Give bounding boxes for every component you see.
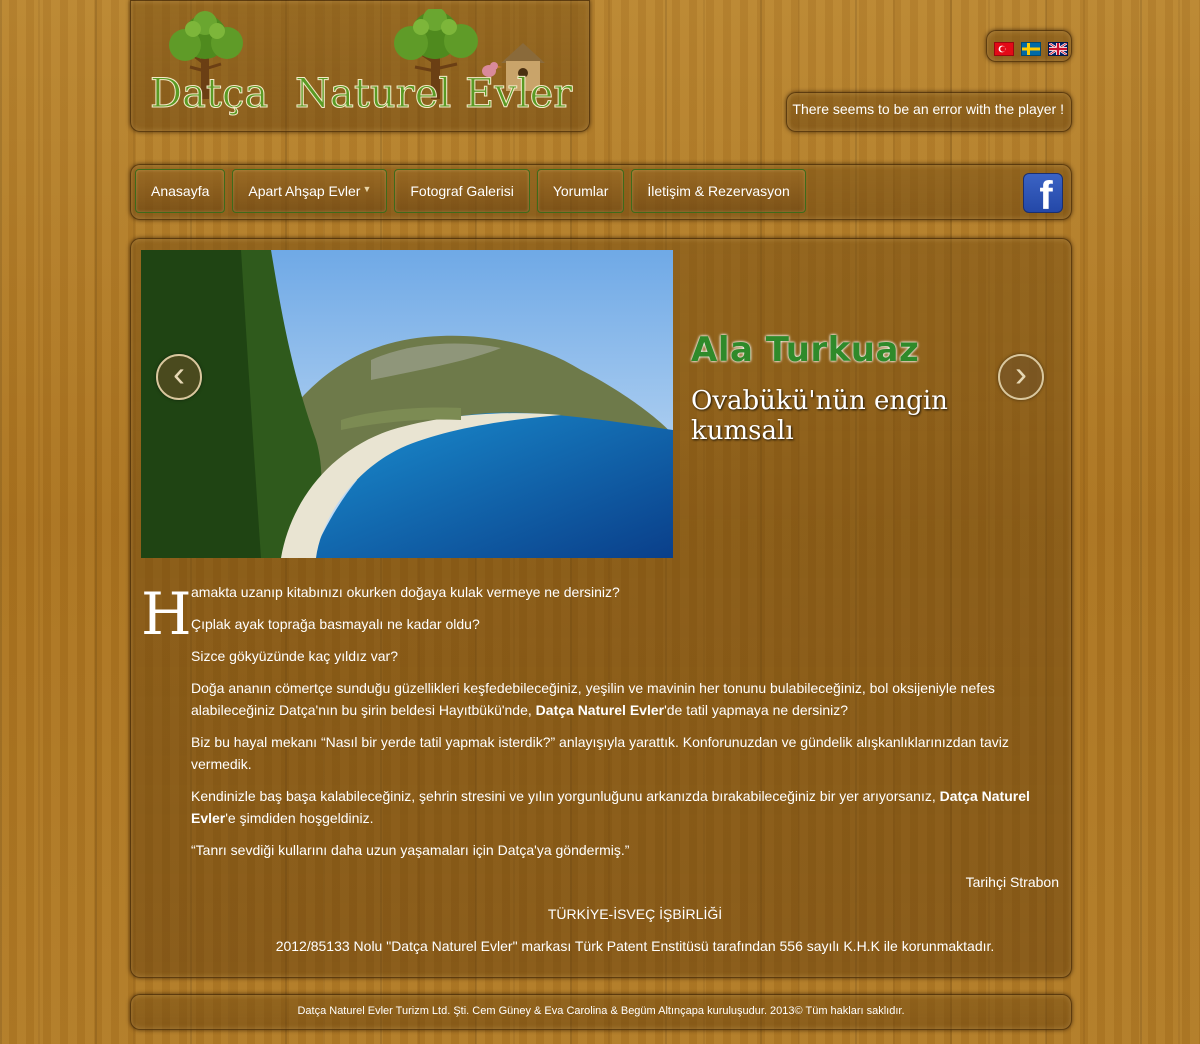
svg-text:Naturel: Naturel — [295, 71, 451, 117]
dropcap: H — [141, 580, 192, 648]
main-content-panel: Ala Turkuaz Ovabükü'nün engin kumsalı ‹ … — [130, 238, 1072, 978]
main-navigation: Anasayfa Apart Ahşap Evler ▼ Fotograf Ga… — [130, 164, 1072, 220]
nav-item-anasayfa[interactable]: Anasayfa — [135, 169, 226, 213]
image-slider: Ala Turkuaz Ovabükü'nün engin kumsalı ‹ … — [141, 250, 1044, 558]
nav-item-label: Fotograf Galerisi — [410, 183, 514, 199]
slide-title: Ala Turkuaz — [691, 330, 920, 370]
turkey-flag-icon[interactable] — [994, 42, 1014, 56]
copyright-text: Datça Naturel Evler Turizm Ltd. Şti. Cem… — [297, 1005, 905, 1017]
chevron-down-icon: ▼ — [362, 184, 372, 194]
nav-item-label: Apart Ahşap Evler — [248, 183, 361, 199]
text-span: 'de tatil yapmaya ne dersiniz? — [664, 702, 849, 718]
slide-image — [141, 250, 673, 558]
facebook-icon[interactable]: f — [1023, 173, 1063, 213]
quote-author: Tarihçi Strabon — [965, 874, 1059, 890]
footer: Datça Naturel Evler Turizm Ltd. Şti. Cem… — [130, 994, 1072, 1030]
svg-text:Evler: Evler — [465, 71, 573, 117]
nav-item-label: İletişim & Rezervasyon — [647, 183, 790, 199]
svg-text:Datça: Datça — [150, 71, 268, 117]
nav-item-fotograf-galerisi[interactable]: Fotograf Galerisi — [394, 169, 530, 213]
nav-item-label: Anasayfa — [151, 183, 210, 199]
sweden-flag-icon[interactable] — [1021, 42, 1041, 56]
nav-item-iletisim-rezervasyon[interactable]: İletişim & Rezervasyon — [631, 169, 806, 213]
nav-item-yorumlar[interactable]: Yorumlar — [536, 169, 625, 213]
site-logo[interactable]: Datça Naturel Evler — [145, 9, 575, 119]
chevron-right-icon[interactable]: › — [998, 354, 1044, 400]
logo-panel: Datça Naturel Evler — [130, 0, 590, 132]
text-span: 'e şimdiden hoşgeldiniz. — [225, 810, 374, 826]
player-error-text: There seems to be an error with the play… — [792, 101, 1064, 117]
paragraph: Çıplak ayak toprağa basmayalı ne kadar o… — [191, 616, 480, 632]
text-span: Kendinizle baş başa kalabileceğiniz, şeh… — [191, 788, 940, 804]
slide-caption: Ala Turkuaz Ovabükü'nün engin kumsalı — [691, 330, 1039, 446]
quote: “Tanrı sevdiği kullarını daha uzun yaşam… — [191, 842, 630, 858]
uk-flag-icon[interactable] — [1048, 42, 1068, 56]
paragraph: Sizce gökyüzünde kaç yıldız var? — [191, 648, 398, 664]
paragraph: Doğa ananın cömertçe sunduğu güzellikler… — [191, 677, 1039, 721]
nav-item-label: Yorumlar — [552, 183, 609, 199]
slide-subtitle: Ovabükü'nün engin kumsalı — [691, 386, 948, 446]
paragraph: Biz bu hayal mekanı “Nasıl bir yerde tat… — [191, 734, 1009, 772]
patent-notice: 2012/85133 Nolu "Datça Naturel Evler" ma… — [275, 938, 995, 954]
paragraph: Kendinizle baş başa kalabileceğiniz, şeh… — [191, 785, 1039, 829]
paragraph: amakta uzanıp kitabınızı okurken doğaya … — [191, 584, 620, 600]
chevron-left-icon[interactable]: ‹ — [156, 354, 202, 400]
music-player: There seems to be an error with the play… — [786, 92, 1072, 132]
cooperation-heading: TÜRKİYE-İSVEÇ İŞBİRLİĞİ — [547, 906, 723, 922]
brand-name: Datça Naturel Evler — [535, 702, 665, 718]
nav-item-apart-ahsap-evler[interactable]: Apart Ahşap Evler ▼ — [232, 169, 388, 213]
language-selector — [986, 30, 1072, 62]
